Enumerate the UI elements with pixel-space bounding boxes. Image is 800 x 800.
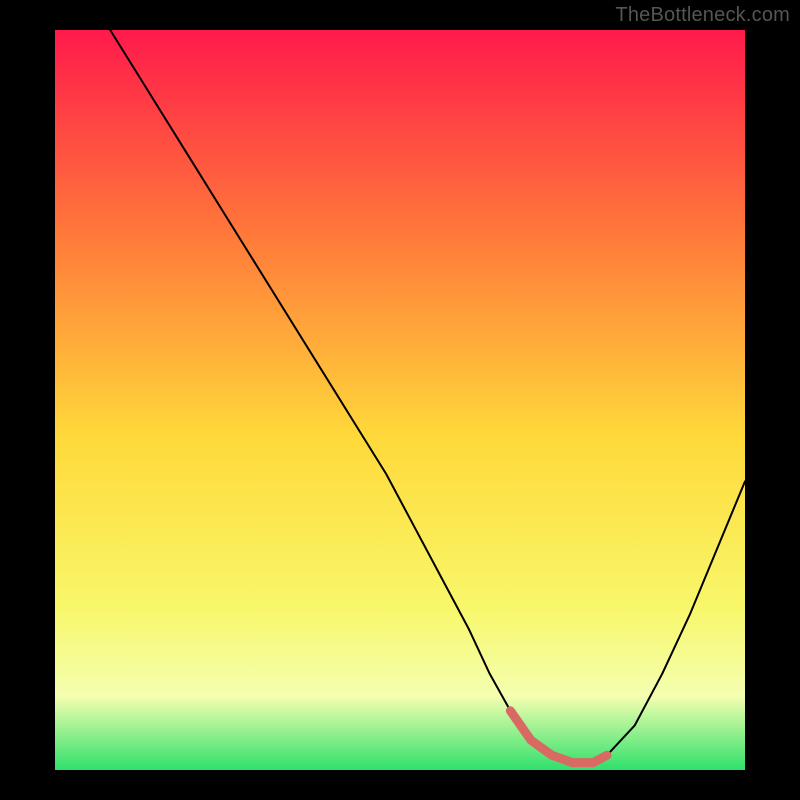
plot-background	[55, 30, 745, 770]
chart-frame: TheBottleneck.com	[0, 0, 800, 800]
watermark-label: TheBottleneck.com	[615, 4, 790, 27]
bottleneck-chart	[0, 0, 800, 800]
